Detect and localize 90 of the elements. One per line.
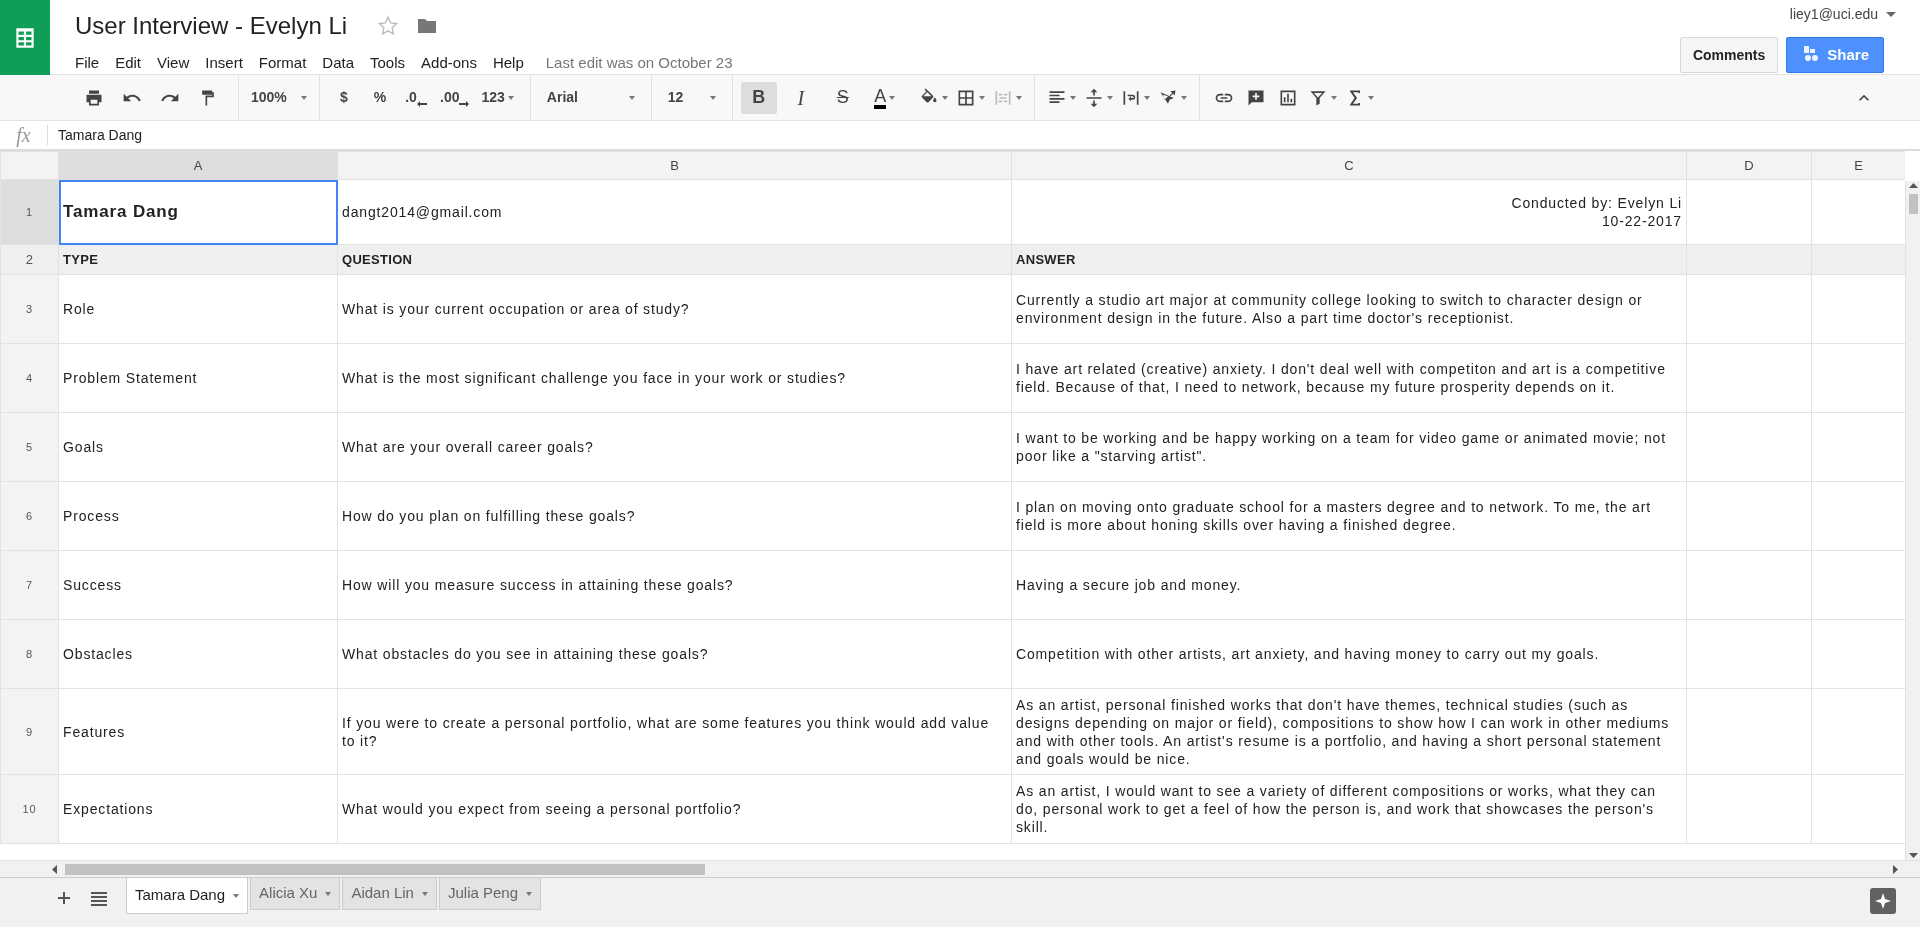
scroll-right-icon[interactable]	[1891, 864, 1900, 874]
table-cell: How do you plan on fulfilling these goals?	[337, 481, 1012, 551]
scroll-up-icon[interactable]	[1908, 181, 1918, 190]
number-format-button[interactable]: 123	[477, 81, 518, 114]
menu-item[interactable]: Help	[484, 50, 532, 77]
add-sheet-icon[interactable]	[56, 890, 72, 906]
scrollbar-thumb[interactable]	[1908, 194, 1918, 214]
menu-item[interactable]: Insert	[197, 50, 251, 77]
sheet-list-icon[interactable]	[90, 890, 108, 906]
table-cell: What are your overall career goals?	[337, 412, 1012, 482]
formula-field[interactable]: Tamara Dang	[48, 124, 143, 146]
table-cell: Expectations	[58, 774, 338, 844]
table-cell: As an artist, I would want to see a variety of different compositions or works, what they can do, personal work to get a feel of how the person is, and work that showcases the person's skill.	[1011, 774, 1687, 844]
table-cell: What is the most significant challenge you face in your work or studies?	[337, 343, 1012, 413]
menu-item[interactable]: Tools	[362, 50, 414, 77]
star-icon[interactable]	[377, 15, 400, 37]
row-number[interactable]: 1	[0, 179, 59, 245]
table-cell: What is your current occupation or area of study?	[337, 274, 1012, 344]
italic-button[interactable]: I	[782, 81, 819, 114]
scroll-left-icon[interactable]	[50, 864, 59, 874]
row-number[interactable]: 10	[0, 774, 59, 844]
row-number[interactable]: 5	[0, 412, 59, 482]
table-cell: Process	[58, 481, 338, 551]
number-format-button[interactable]: $	[328, 81, 360, 114]
table-cell: Competition with other artists, art anxiety, and having money to carry out my goals.	[1011, 619, 1687, 689]
table-cell: Currently a studio art major at community college looking to switch to character design or environment design in the future. Also a part time doctor's receptionist.	[1011, 274, 1687, 344]
table-cell: If you were to create a personal portfolio, what are some features you think would add value to it?	[337, 688, 1012, 775]
table-cell: I plan on moving onto graduate school for a masters degree and to network. To me, the art field is more about honing skills over having a finished degree.	[1011, 481, 1687, 551]
table-cell: I want to be working and be happy working on a team for video game or animated movie; not poor like a "starving artist".	[1011, 412, 1687, 482]
sheet-tab[interactable]: Julia Peng	[438, 878, 542, 910]
row-number[interactable]: 4	[0, 343, 59, 413]
table-cell: dangt2014@gmail.com	[337, 179, 1012, 245]
zoom-dropdown[interactable]: 100%	[247, 81, 311, 114]
menu-item[interactable]: Data	[314, 50, 362, 77]
menu-item[interactable]: File	[67, 50, 108, 77]
menu-item[interactable]: View	[149, 50, 198, 77]
column-heading: ANSWER	[1011, 244, 1687, 275]
number-format-button[interactable]: .00	[436, 81, 474, 114]
table-cell: Conducted by: Evelyn Li 10-22-2017	[1011, 179, 1687, 245]
table-cell: Goals	[58, 412, 338, 482]
sheet-tab[interactable]: Alicia Xu	[250, 878, 341, 910]
table-cell: Features	[58, 688, 338, 775]
comments-button[interactable]: Comments	[1679, 37, 1779, 73]
text-color-button[interactable]: A	[866, 81, 903, 114]
sheets-logo[interactable]	[0, 0, 50, 75]
table-cell: Problem Statement	[58, 343, 338, 413]
menu-item[interactable]: Edit	[107, 50, 150, 77]
font-size-dropdown[interactable]: 12	[659, 81, 724, 114]
column-header[interactable]: C	[1011, 151, 1687, 180]
row-number[interactable]: 6	[0, 481, 59, 551]
table-cell: Tamara Dang	[58, 179, 338, 245]
sheet-tab[interactable]: Aidan Lin	[342, 878, 437, 910]
column-header[interactable]: A	[58, 151, 338, 180]
document-title[interactable]: User Interview - Evelyn Li	[75, 8, 348, 44]
column-header[interactable]: B	[337, 151, 1012, 180]
account-menu[interactable]: liey1@uci.edu	[1789, 4, 1896, 25]
table-cell: What obstacles do you see in attaining these goals?	[337, 619, 1012, 689]
row-number[interactable]: 2	[0, 244, 59, 275]
menu-item[interactable]: Format	[250, 50, 315, 77]
column-heading: QUESTION	[337, 244, 1012, 275]
row-number[interactable]: 9	[0, 688, 59, 775]
table-cell: I have art related (creative) anxiety. I don't deal well with competiton and art is a competitive field. Because of that, I need to network, because my future prosperity depends on it.	[1011, 343, 1687, 413]
table-cell: How will you measure success in attaining these goals?	[337, 550, 1012, 620]
column-header[interactable]: E	[1811, 151, 1905, 180]
table-cell: What would you expect from seeing a personal portfolio?	[337, 774, 1012, 844]
column-heading: TYPE	[58, 244, 338, 275]
row-number[interactable]: 7	[0, 550, 59, 620]
scrollbar-thumb[interactable]	[65, 863, 705, 875]
horizontal-scrollbar[interactable]	[0, 860, 1920, 877]
row-number[interactable]: 8	[0, 619, 59, 689]
table-cell: Success	[58, 550, 338, 620]
number-format-button[interactable]: .0	[400, 81, 432, 114]
last-edit-text[interactable]: Last edit was on October 23	[545, 52, 733, 75]
table-cell: As an artist, personal finished works that don't have themes, technical studies (such as designs depending on major or field), compositions to show how I can work in other mediums and with other tools. An artist's resume is a portfolio, and having a short personal statement and goals would be nice.	[1011, 688, 1687, 775]
left-arrow-icon	[416, 99, 427, 108]
explore-button[interactable]	[1870, 888, 1896, 914]
menu-item[interactable]: Add-ons	[413, 50, 485, 77]
table-cell: Role	[58, 274, 338, 344]
sheet-tab[interactable]: Tamara Dang	[126, 878, 249, 914]
row-number[interactable]: 3	[0, 274, 59, 344]
formula-label: fx	[0, 125, 48, 145]
vertical-scrollbar[interactable]	[1905, 181, 1920, 860]
column-header[interactable]: D	[1686, 151, 1812, 180]
number-format-button[interactable]: %	[364, 81, 396, 114]
font-dropdown[interactable]: Arial	[538, 81, 643, 114]
strikethrough-button[interactable]: S	[824, 81, 861, 114]
table-cell: Having a secure job and money.	[1011, 550, 1687, 620]
table-cell: Obstacles	[58, 619, 338, 689]
right-arrow-icon	[459, 99, 470, 108]
bold-button[interactable]: B	[740, 81, 777, 114]
